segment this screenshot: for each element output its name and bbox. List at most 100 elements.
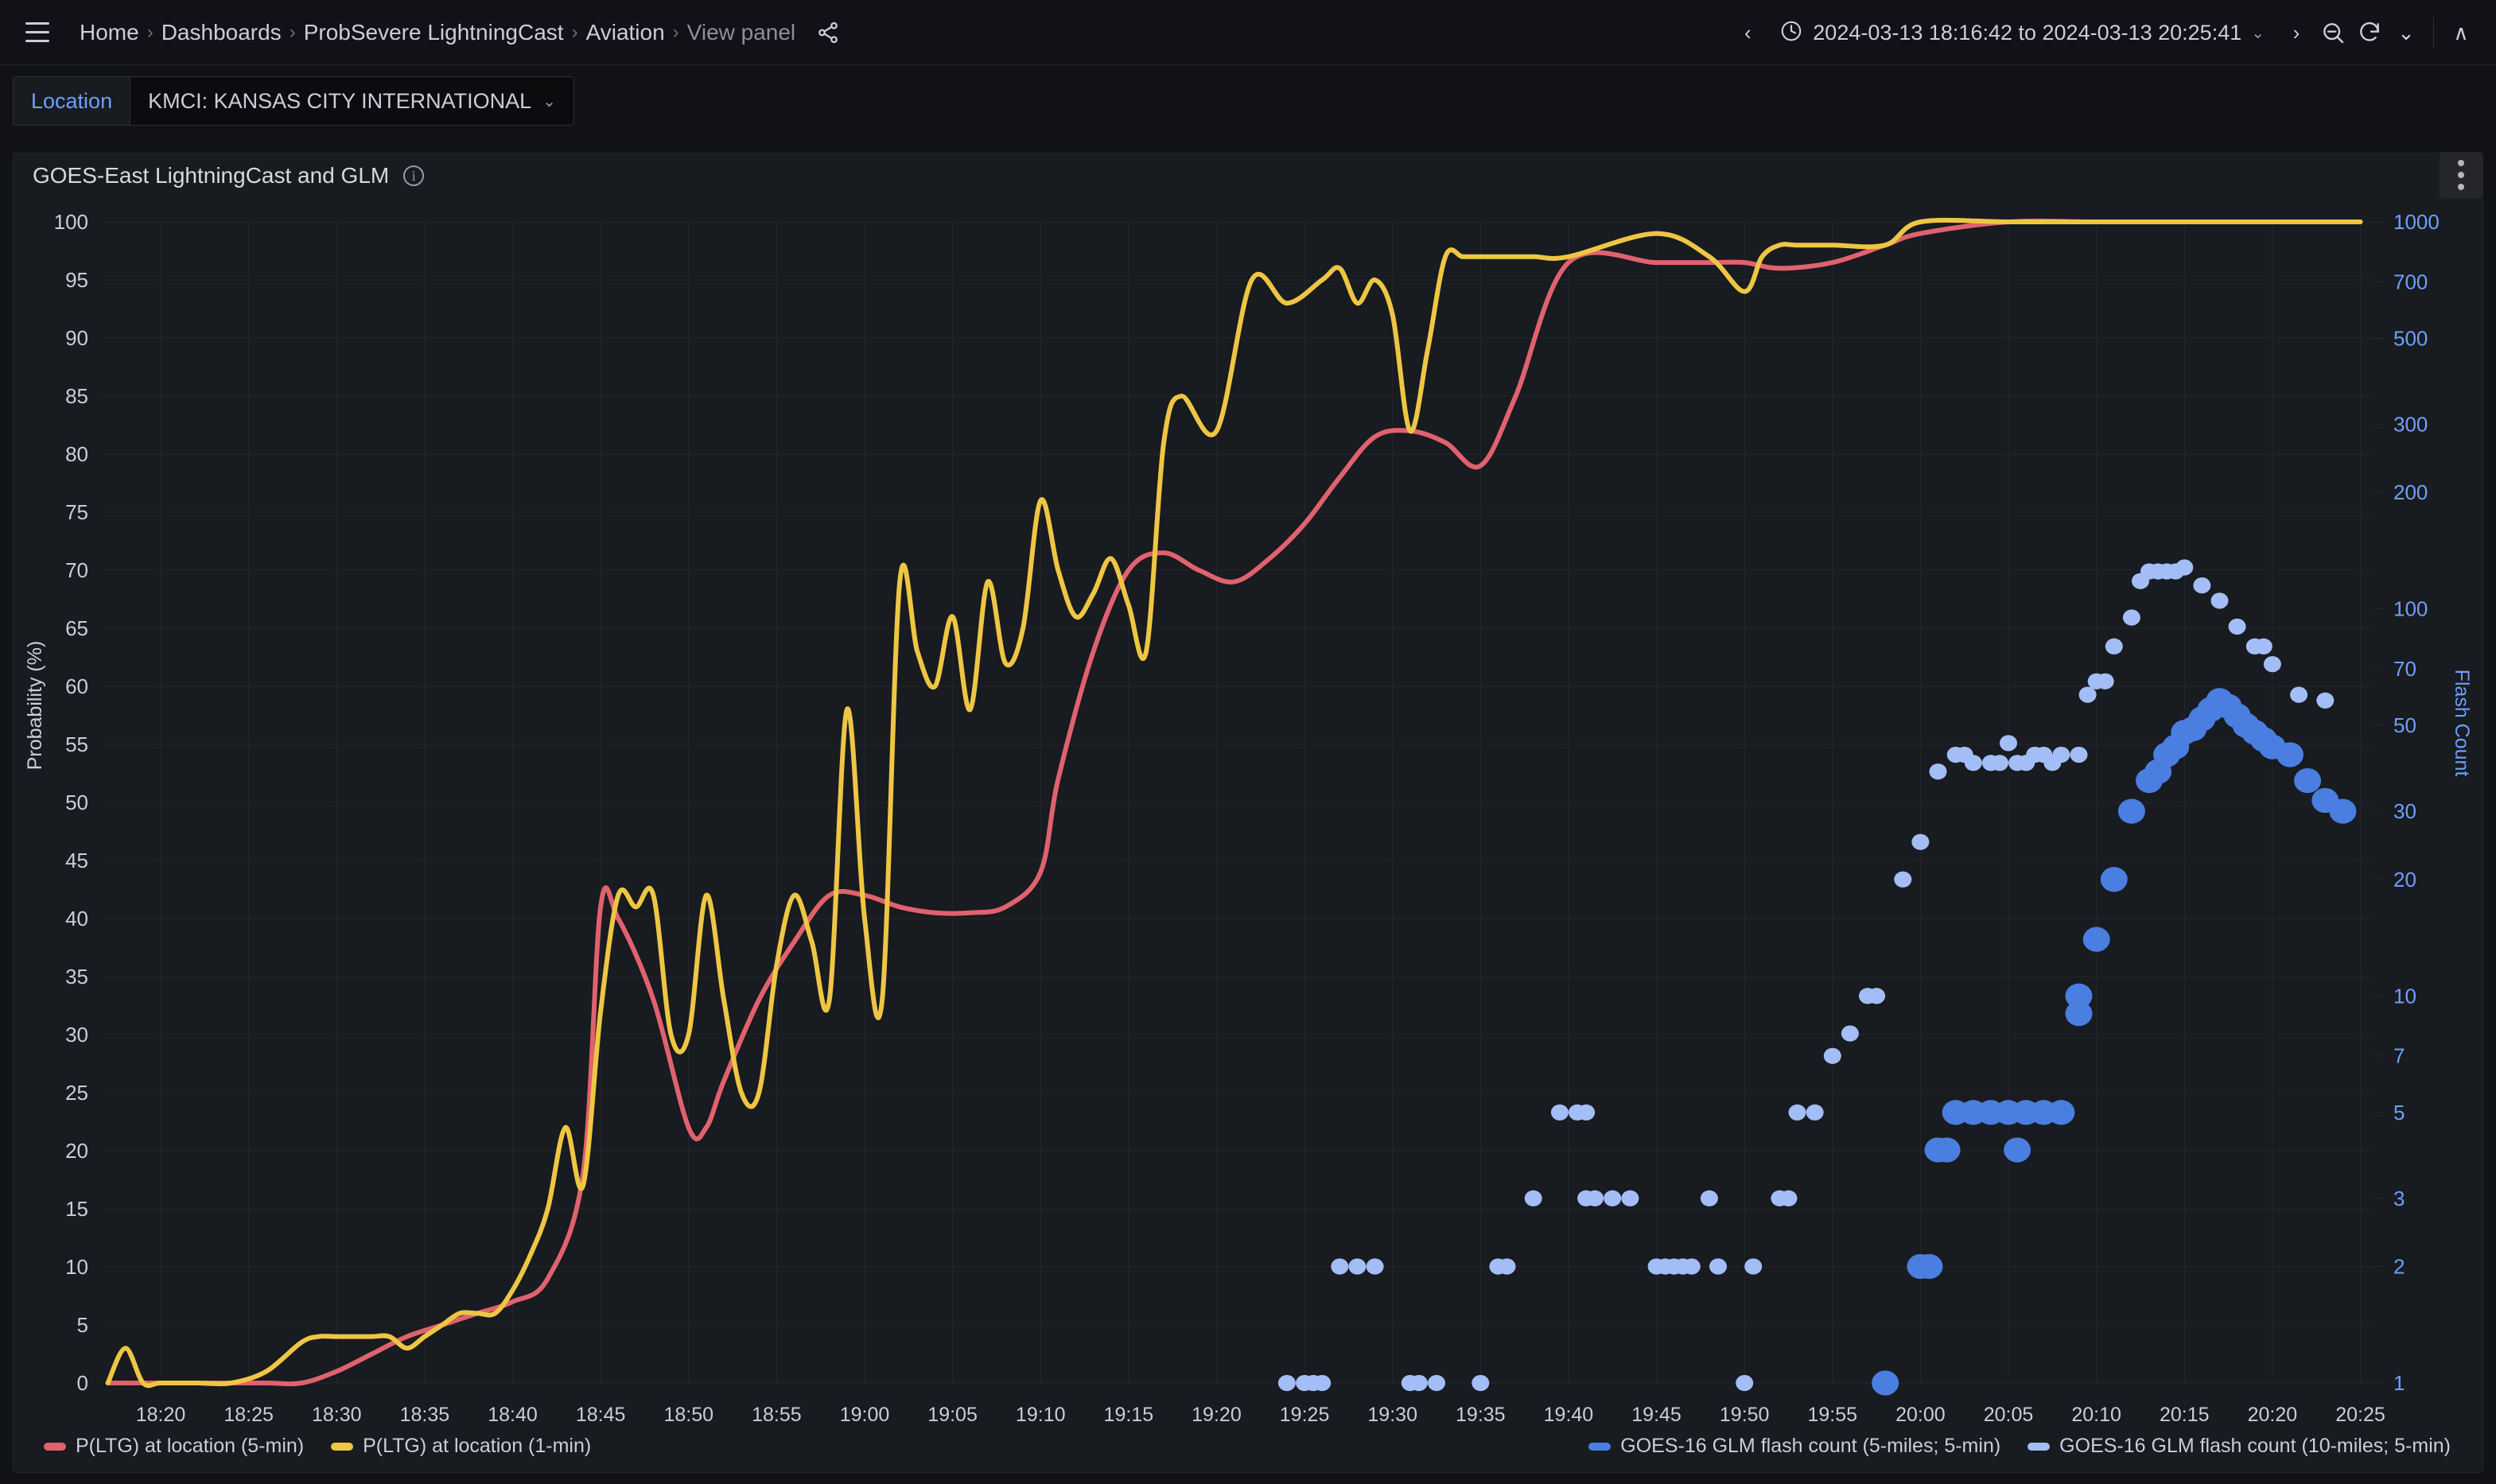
breadcrumb-separator: › (571, 21, 578, 43)
breadcrumb-item-home[interactable]: Home (80, 20, 139, 45)
scatter-point[interactable] (1277, 1374, 1296, 1392)
zoom-out-icon[interactable] (2317, 15, 2349, 50)
y-tick-label-right: 300 (2393, 412, 2428, 436)
y-tick-label-left: 30 (65, 1023, 88, 1047)
time-range-previous-button[interactable]: ‹ (1732, 15, 1763, 50)
scatter-point[interactable] (1872, 1370, 1899, 1396)
chart-tick-labels: 0510152025303540455055606570758085909510… (54, 210, 2440, 1426)
legend-item-glm-10miles[interactable]: GOES-16 GLM flash count (10-miles; 5-min… (2028, 1435, 2451, 1458)
y-tick-label-left: 50 (65, 791, 88, 814)
share-icon[interactable] (816, 21, 840, 45)
scatter-point[interactable] (1806, 1104, 1824, 1121)
y-tick-label-left: 65 (65, 616, 88, 640)
scatter-point[interactable] (2078, 686, 2097, 703)
scatter-point[interactable] (1744, 1258, 1763, 1275)
line-series-1[interactable] (105, 217, 2363, 1389)
scatter-point[interactable] (2316, 692, 2335, 709)
scatter-point[interactable] (1991, 755, 2008, 771)
scatter-point[interactable] (1700, 1190, 1718, 1206)
scatter-point[interactable] (2263, 655, 2281, 673)
scatter-point[interactable] (2117, 798, 2145, 824)
scatter-point[interactable] (1823, 1047, 1841, 1064)
breadcrumb-item-aviation[interactable]: Aviation (586, 20, 665, 45)
chart-plot-area: 0 5 10 15 20 25 30 35 40 45 50 55 60 65 70 75 80 85 90 95 10… (14, 198, 2484, 1474)
refresh-icon[interactable] (2354, 15, 2385, 50)
scatter-point[interactable] (1550, 1104, 1569, 1121)
scatter-point[interactable] (2254, 638, 2272, 655)
scatter-point[interactable] (2100, 867, 2128, 892)
x-tick-label: 19:55 (1808, 1404, 1858, 1426)
y-tick-label-right: 100 (2393, 597, 2428, 621)
scatter-point[interactable] (1498, 1258, 1516, 1275)
scatter-point[interactable] (2000, 735, 2017, 752)
y-tick-label-right: 200 (2393, 480, 2428, 504)
scatter-point[interactable] (1472, 1374, 1490, 1392)
scatter-point[interactable] (1894, 871, 1912, 888)
scatter-point[interactable] (1348, 1258, 1367, 1275)
scatter-point[interactable] (1911, 833, 1930, 850)
scatter-point[interactable] (2105, 638, 2123, 655)
scatter-point[interactable] (1604, 1190, 1622, 1206)
scatter-point[interactable] (1577, 1104, 1596, 1121)
legend-label: GOES-16 GLM flash count (5-miles; 5-min) (1620, 1435, 2001, 1457)
scatter-point[interactable] (1524, 1190, 1542, 1206)
scatter-point[interactable] (1841, 1025, 1859, 1042)
x-tick-label: 18:40 (488, 1404, 538, 1426)
top-navigation-bar: Home › Dashboards › ProbSevere Lightning… (0, 0, 2496, 65)
y-tick-label-left: 95 (65, 268, 88, 292)
scatter-point[interactable] (1788, 1104, 1806, 1121)
legend-item-pltg-5min[interactable]: P(LTG) at location (5-min) (44, 1435, 304, 1458)
scatter-point[interactable] (2096, 673, 2114, 690)
scatter-point[interactable] (2228, 618, 2246, 635)
y-tick-label-left: 75 (65, 500, 88, 524)
scatter-point[interactable] (2052, 746, 2070, 763)
scatter-point[interactable] (1868, 988, 1886, 1004)
breadcrumb-item-probsevere-lightningcast[interactable]: ProbSevere LightningCast (304, 20, 564, 45)
legend-item-pltg-1min[interactable]: P(LTG) at location (1-min) (331, 1435, 591, 1458)
scatter-point[interactable] (2004, 1137, 2031, 1163)
scatter-point[interactable] (2193, 577, 2211, 594)
scatter-point[interactable] (1366, 1258, 1384, 1275)
scatter-point[interactable] (2070, 746, 2088, 763)
scatter-point[interactable] (2276, 742, 2304, 767)
clock-icon (1779, 19, 1803, 47)
scatter-point[interactable] (1428, 1374, 1445, 1392)
scatter-point[interactable] (1929, 763, 1947, 780)
time-range-next-button[interactable]: › (2280, 15, 2312, 50)
hamburger-menu-icon[interactable] (19, 14, 56, 51)
scatter-point[interactable] (1736, 1374, 1754, 1392)
scatter-point[interactable] (1682, 1258, 1701, 1275)
timeseries-chart[interactable]: 0510152025303540455055606570758085909510… (14, 198, 2484, 1474)
scatter-point[interactable] (1313, 1374, 1332, 1392)
scatter-point[interactable] (1915, 1253, 1943, 1280)
scatter-point[interactable] (2122, 609, 2140, 626)
scatter-point[interactable] (2065, 1000, 2093, 1027)
scatter-point[interactable] (1621, 1190, 1639, 1206)
scatter-point[interactable] (1409, 1374, 1428, 1392)
panel-menu-icon[interactable] (2440, 152, 2482, 198)
scatter-point[interactable] (1779, 1190, 1798, 1206)
time-range-picker[interactable]: 2024-03-13 18:16:42 to 2024-03-13 20:25:… (1768, 12, 2276, 53)
scatter-point[interactable] (2210, 592, 2229, 609)
breadcrumb-item-dashboards[interactable]: Dashboards (161, 20, 282, 45)
y-tick-label-left: 25 (65, 1081, 88, 1105)
scatter-point[interactable] (2175, 559, 2194, 576)
time-range-controls: ‹ 2024-03-13 18:16:42 to 2024-03-13 20:2… (1732, 0, 2477, 65)
variable-select-location[interactable]: KMCI: KANSAS CITY INTERNATIONAL ⌄ (130, 76, 574, 126)
scatter-point[interactable] (2047, 1100, 2075, 1125)
scatter-point[interactable] (1933, 1137, 1961, 1163)
y-tick-label-left: 45 (65, 849, 88, 872)
info-icon[interactable]: i (403, 165, 425, 186)
scatter-point[interactable] (2082, 927, 2110, 952)
scatter-point[interactable] (2329, 798, 2357, 824)
scatter-point[interactable] (1331, 1258, 1349, 1275)
refresh-interval-dropdown[interactable]: ⌄ (2390, 15, 2422, 50)
breadcrumb-item-view-panel: View panel (686, 19, 796, 45)
scatter-point[interactable] (1709, 1258, 1727, 1275)
legend-item-glm-5miles[interactable]: GOES-16 GLM flash count (5-miles; 5-min) (1588, 1435, 2000, 1458)
scatter-point[interactable] (1964, 755, 1982, 771)
scatter-point[interactable] (2294, 767, 2322, 794)
collapse-toolbar-button[interactable]: ∧ (2445, 15, 2477, 50)
scatter-point[interactable] (2290, 686, 2308, 703)
scatter-point[interactable] (1586, 1190, 1604, 1206)
